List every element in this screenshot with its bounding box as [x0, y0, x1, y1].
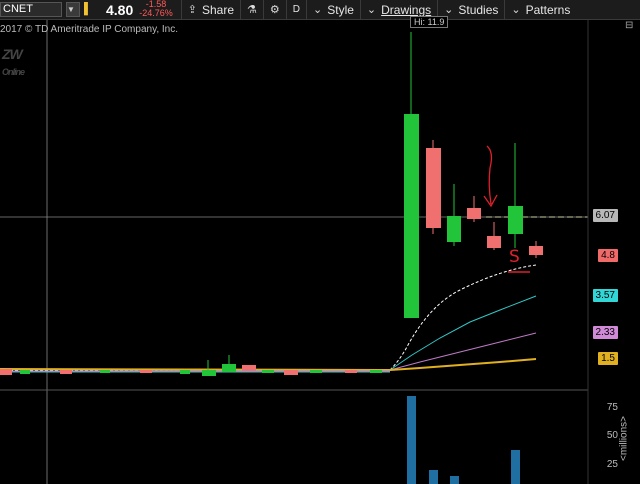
candle: [345, 370, 357, 373]
patterns-label: Patterns: [525, 2, 571, 17]
price-label: 4.8: [598, 249, 618, 262]
candle: [202, 370, 216, 376]
volume-bars: [407, 396, 520, 484]
symbol-dropdown-icon[interactable]: ▼: [66, 2, 80, 17]
price-chart[interactable]: [0, 20, 640, 484]
symbol-input[interactable]: CNET: [0, 2, 62, 17]
ma-white-dashed: [0, 264, 537, 371]
arrow-annotation: [483, 145, 498, 208]
price-label: 3.57: [592, 289, 618, 302]
candle: [447, 216, 461, 242]
candle: [0, 369, 12, 375]
share-label: Share: [202, 2, 235, 17]
candle: [508, 206, 523, 234]
price-label: 2.33: [592, 326, 618, 339]
percent-change: -24.76%: [139, 8, 173, 18]
candle: [529, 246, 543, 255]
volume-unit: <millions>: [618, 415, 630, 462]
flask-icon: ⚗: [247, 4, 257, 16]
volume-tick: 75: [606, 402, 618, 413]
candle: [284, 370, 298, 375]
last-price: 4.80: [106, 1, 134, 18]
share-button[interactable]: ⇪ Share: [182, 0, 240, 19]
aggregation-button[interactable]: D: [287, 0, 306, 19]
style-menu[interactable]: ⌄ Style: [307, 0, 360, 19]
volume-tick: 50: [606, 430, 618, 441]
candle: [467, 208, 481, 219]
studies-label: Studies: [458, 2, 499, 17]
chevron-down-icon: ⌄: [444, 4, 454, 16]
chart-toolbar: CNET ▼ ▌ 4.80 -1.58 -24.76% ⇪ Share ⚗ ⚙ …: [0, 0, 640, 20]
price-label: 6.07: [592, 209, 618, 222]
candle: [180, 370, 190, 374]
flat-candles: [0, 355, 382, 376]
copyright: 2017 © TD Ameritrade IP Company, Inc.: [0, 24, 179, 35]
annotation-letter: S: [509, 247, 520, 267]
candles: [404, 32, 543, 318]
price-change: -1.58 -24.76%: [139, 0, 173, 19]
ma-yellow: [0, 358, 537, 372]
gear-icon: ⚙: [269, 4, 280, 16]
patterns-menu[interactable]: ⌄ Patterns: [505, 0, 576, 19]
candle: [404, 114, 419, 318]
candle: [310, 370, 322, 373]
candle: [242, 365, 256, 371]
share-icon: ⇪: [187, 4, 197, 16]
watermark-logo: ZW Online: [2, 46, 25, 77]
candle: [426, 148, 441, 228]
volume-bar: [429, 470, 438, 484]
flask-button[interactable]: ⚗: [241, 0, 263, 19]
candle: [60, 370, 72, 374]
candle: [487, 236, 501, 248]
settings-button[interactable]: ⚙: [264, 0, 286, 19]
candle: [370, 370, 382, 373]
volume-bar: [407, 396, 416, 484]
volume-bar: [511, 450, 520, 484]
flag-icon[interactable]: ▌: [84, 2, 94, 17]
style-label: Style: [327, 2, 354, 17]
chevron-down-icon: ⌄: [511, 4, 521, 16]
chevron-down-icon: ⌄: [366, 4, 377, 16]
volume-bar: [450, 476, 459, 484]
high-tag: Hi: 11.9: [410, 16, 449, 28]
collapse-icon[interactable]: ⊟: [625, 20, 637, 32]
candle: [20, 370, 30, 374]
candle: [140, 370, 152, 373]
candle: [262, 370, 274, 373]
volume-tick: 25: [606, 459, 618, 470]
candle: [100, 370, 110, 373]
drawings-label: Drawings: [381, 2, 432, 17]
chevron-down-icon: ⌄: [313, 4, 323, 16]
price-label: 1.5: [598, 352, 618, 365]
